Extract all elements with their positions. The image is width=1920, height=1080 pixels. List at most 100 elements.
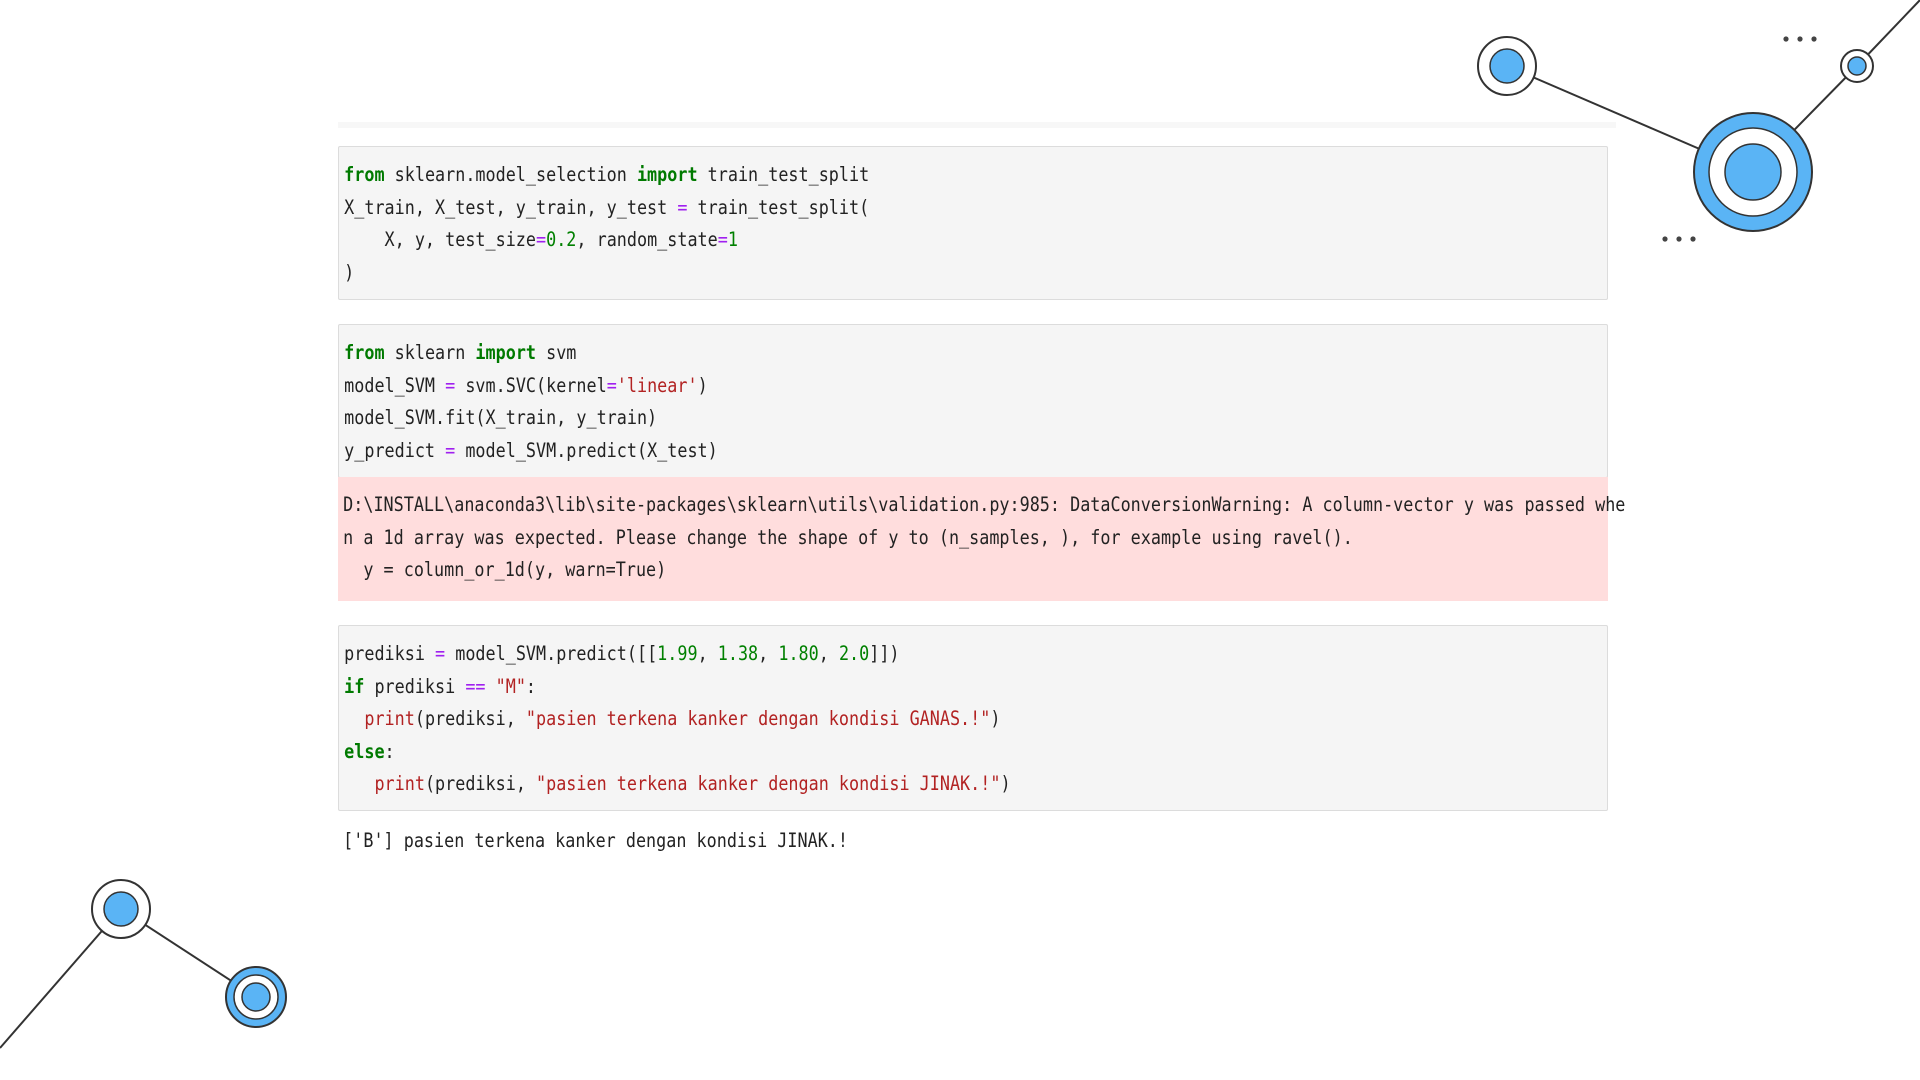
code-line: else: <box>344 740 394 763</box>
cell-separator <box>338 122 1616 128</box>
code-token: ) <box>697 373 708 397</box>
code-line: print(prediksi, "pasien terkena kanker d… <box>344 707 1000 730</box>
code-token: print <box>364 707 415 730</box>
code-token: (prediksi, <box>424 772 537 795</box>
code-line: model_SVM.fit(X_train, y_train) <box>344 406 657 429</box>
code-line: from sklearn import svm <box>344 341 576 364</box>
code-token: ) <box>990 707 1001 730</box>
node-circle <box>1847 56 1867 76</box>
code-token: train_test_split <box>697 163 870 186</box>
node-circle <box>1693 112 1813 232</box>
code-token: ]]) <box>869 642 900 665</box>
code-token: sklearn <box>384 341 476 364</box>
connector-line <box>120 908 257 998</box>
code-token: "M" <box>495 674 526 698</box>
code-token: = <box>717 228 728 251</box>
code-token: , <box>758 642 779 665</box>
code-token: (prediksi, <box>414 707 526 730</box>
code-line: from sklearn.model_selection import trai… <box>344 163 869 186</box>
code-line: y_predict = model_SVM.predict(X_test) <box>344 439 718 462</box>
code-line: X_train, X_test, y_train, y_test = train… <box>344 196 869 219</box>
code-token: model_SVM.predict([[ <box>445 642 658 665</box>
code-cell-train[interactable]: from sklearn import svm model_SVM = svm.… <box>338 324 1608 478</box>
code-editor[interactable]: prediksi = model_SVM.predict([[1.99, 1.3… <box>339 626 1429 811</box>
node-circle <box>1708 127 1798 217</box>
code-token: = <box>445 438 456 462</box>
ellipsis-dots <box>1662 36 1817 242</box>
code-token: prediksi <box>364 674 466 698</box>
code-token: ) <box>1000 772 1011 795</box>
code-editor[interactable]: from sklearn.model_selection import trai… <box>339 147 1429 299</box>
code-editor[interactable]: from sklearn import svm model_SVM = svm.… <box>339 325 1429 477</box>
code-token: import <box>475 341 537 364</box>
code-cell-split[interactable]: from sklearn.model_selection import trai… <box>338 146 1608 300</box>
node-circle <box>103 891 139 927</box>
code-token: print <box>374 772 425 795</box>
output-text: ['B'] pasien terkena kanker dengan kondi… <box>343 829 848 852</box>
code-line: prediksi = model_SVM.predict([[1.99, 1.3… <box>344 642 899 665</box>
code-line: model_SVM = svm.SVC(kernel='linear') <box>344 374 708 397</box>
node-circle <box>1489 48 1525 84</box>
code-token: 0.2 <box>546 228 577 251</box>
code-token: 1.80 <box>778 642 819 665</box>
connector-line <box>1752 65 1858 173</box>
node-circle <box>241 982 271 1012</box>
code-token: train_test_split( <box>687 195 870 219</box>
code-cell-predict[interactable]: prediksi = model_SVM.predict([[1.99, 1.3… <box>338 625 1608 811</box>
code-token: 1.99 <box>657 642 698 665</box>
code-line: ) <box>344 261 354 284</box>
warning-line: n a 1d array was expected. Please change… <box>343 525 1353 549</box>
node-circle <box>233 974 279 1020</box>
code-line: X, y, test_size=0.2, random_state=1 <box>344 228 738 251</box>
code-token: 'linear' <box>616 373 698 397</box>
node-circle <box>1724 143 1782 201</box>
code-token: from <box>344 163 385 186</box>
code-token: sklearn.model_selection <box>384 163 637 186</box>
warning-line: D:\INSTALL\anaconda3\lib\site-packages\s… <box>343 493 1626 516</box>
code-token: else <box>344 739 385 763</box>
code-token: if <box>344 674 365 698</box>
code-token: prediksi <box>344 642 436 665</box>
code-token: "pasien terkena kanker dengan kondisi JI… <box>536 772 1001 795</box>
code-token: = <box>677 195 688 219</box>
warning-output: D:\INSTALL\anaconda3\lib\site-packages\s… <box>338 477 1625 601</box>
code-token: , <box>818 642 839 665</box>
warning-line: y = column_or_1d(y, warn=True) <box>343 558 667 581</box>
code-token: model_SVM.fit(X_train, y_train) <box>344 406 658 429</box>
node-circle <box>91 879 151 939</box>
code-token: model_SVM.predict(X_test) <box>455 438 718 462</box>
code-token: : <box>384 739 395 763</box>
code-token: "pasien terkena kanker dengan kondisi GA… <box>525 707 991 730</box>
code-token: , random_state <box>576 228 718 251</box>
code-token: svm.SVC(kernel <box>455 373 607 397</box>
code-token: = <box>445 373 456 397</box>
code-token: X_train, X_test, y_train, y_test <box>344 195 678 219</box>
code-token: = <box>435 642 446 665</box>
node-circle <box>1477 36 1537 96</box>
connector-line <box>0 908 122 1049</box>
code-line: print(prediksi, "pasien terkena kanker d… <box>344 772 1010 795</box>
code-token: , <box>697 642 718 665</box>
code-token: ) <box>344 260 355 284</box>
code-token: y_predict <box>344 438 446 462</box>
node-circle <box>1840 49 1874 83</box>
node-circle <box>225 966 287 1028</box>
code-token: == <box>465 674 486 698</box>
code-token: 1.38 <box>717 642 759 665</box>
code-token: svm <box>536 341 577 364</box>
code-token: : <box>525 674 537 698</box>
code-line: if prediksi == "M": <box>344 675 536 698</box>
connector-line <box>1856 0 1920 67</box>
code-token: 1 <box>727 228 738 251</box>
code-token: = <box>535 228 547 251</box>
code-token: from <box>344 341 385 364</box>
code-token: model_SVM <box>344 373 446 397</box>
code-token: = <box>606 373 617 397</box>
code-token: import <box>636 163 698 186</box>
code-token: X, y, test_size <box>344 228 536 251</box>
cell-output: ['B'] pasien terkena kanker dengan kondi… <box>338 823 937 860</box>
code-token: 2.0 <box>838 642 870 665</box>
